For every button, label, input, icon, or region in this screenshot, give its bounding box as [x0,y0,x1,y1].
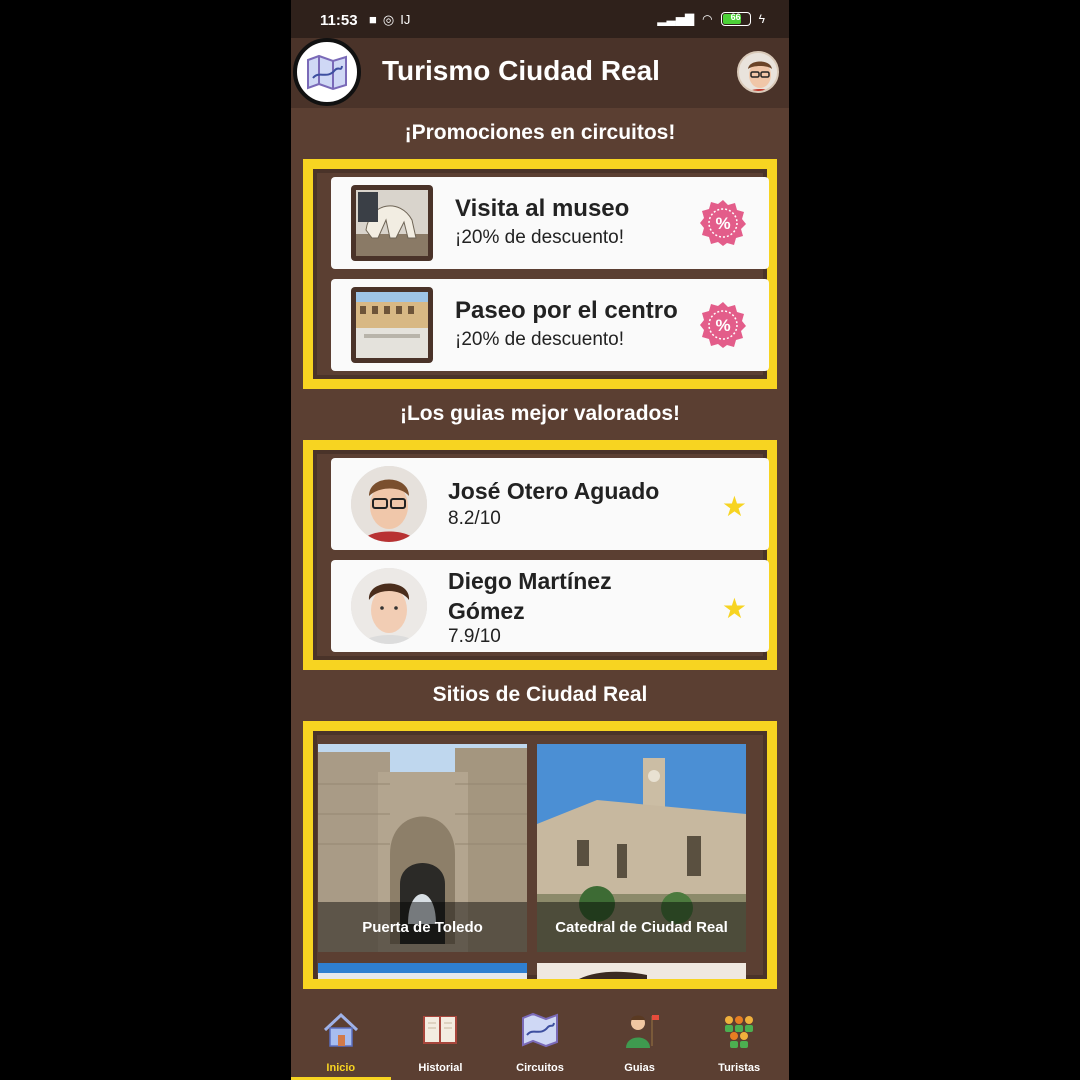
guide-card[interactable]: José Otero Aguado 8.2/10 ★ [331,458,769,550]
nav-item-turistas[interactable]: Turistas [689,1004,789,1080]
map-icon [521,1012,558,1048]
nav-label: Inicio [326,1062,356,1074]
guide-score: 8.2/10 [448,508,501,529]
charging-icon: ϟ [758,12,765,26]
whatsapp-icon: ◎ [382,12,395,27]
promotion-title: Paseo por el centro [455,297,678,324]
guides-box: José Otero Aguado 8.2/10 ★ Diego Martíne… [303,440,777,670]
site-image [318,963,527,979]
nav-label: Turistas [718,1062,761,1074]
guide-photo [351,568,427,644]
bottom-navigation: Inicio Historial Circuitos Guias Turista… [291,1004,789,1080]
guide-score: 7.9/10 [448,626,501,647]
svg-text:%: % [715,214,730,233]
user-avatar[interactable] [737,51,779,93]
app-notification-icon: IJ [400,12,411,27]
guide-photo [351,466,427,542]
battery-level: 66 [730,12,741,22]
promotions-section-title: ¡Promociones en circuitos! [404,121,676,144]
battery-icon: 66 [720,12,751,26]
star-icon: ★ [721,593,747,624]
nav-item-inicio[interactable]: Inicio [291,1004,391,1080]
nav-item-circuitos[interactable]: Circuitos [490,1004,590,1080]
svg-text:%: % [715,316,730,335]
home-icon [323,1012,358,1047]
nav-item-historial[interactable]: Historial [391,1004,491,1080]
group-icon [725,1016,754,1048]
site-tile[interactable] [537,963,746,979]
status-notification-icons: ■ ◎ IJ [369,12,410,28]
promotion-card[interactable]: Paseo por el centro ¡20% de descuento! % [331,279,769,371]
discount-badge-icon: % [700,200,746,246]
phone-screen: 11:53 ■ ◎ IJ ▂▃▅▇ ◠ 66 ϟ Turismo Ciudad … [291,0,789,1080]
guide-card[interactable]: Diego Martínez Gómez 7.9/10 ★ [331,560,769,652]
site-tile[interactable]: Catedral de Ciudad Real [537,744,746,952]
guides-section-title: ¡Los guias mejor valorados! [399,402,681,425]
status-bar: 11:53 ■ ◎ IJ ▂▃▅▇ ◠ 66 ϟ [291,0,789,38]
signal-icon: ▂▃▅▇ [657,12,695,26]
site-tile[interactable] [318,963,527,979]
wifi-icon: ◠ [702,12,713,26]
nav-label: Guias [624,1062,655,1074]
promotion-subtitle: ¡20% de descuento! [455,227,625,248]
star-icon: ★ [721,491,747,522]
status-right-icons: ▂▃▅▇ ◠ 66 ϟ [657,12,765,26]
promotion-title: Visita al museo [455,195,630,222]
book-icon [423,1016,458,1044]
promotion-thumbnail [351,185,433,261]
discount-badge-icon: % [700,302,746,348]
nav-label: Historial [418,1062,463,1074]
nav-label: Circuitos [516,1062,564,1074]
site-label: Catedral de Ciudad Real [537,902,746,952]
site-image [537,963,746,979]
app-title: Turismo Ciudad Real [382,55,660,86]
guide-name: Diego Martínez Gómez [448,568,612,624]
guide-icon [625,1015,659,1048]
sites-section-title: Sitios de Ciudad Real [432,683,648,706]
nav-item-guias[interactable]: Guias [590,1004,690,1080]
guide-name: José Otero Aguado [448,478,660,504]
promotion-card[interactable]: Visita al museo ¡20% de descuento! % [331,177,769,269]
sites-box: Puerta de Toledo Catedral de Ciudad Real [303,721,777,989]
video-icon: ■ [369,12,377,27]
promotion-subtitle: ¡20% de descuento! [455,329,625,350]
promotions-box: Visita al museo ¡20% de descuento! % Pas… [303,159,777,389]
site-tile[interactable]: Puerta de Toledo [318,744,527,952]
status-time: 11:53 [320,12,358,29]
site-label: Puerta de Toledo [318,902,527,952]
app-bar: Turismo Ciudad Real [291,38,789,108]
app-logo-map-icon[interactable] [293,38,361,106]
promotion-thumbnail [351,287,433,363]
